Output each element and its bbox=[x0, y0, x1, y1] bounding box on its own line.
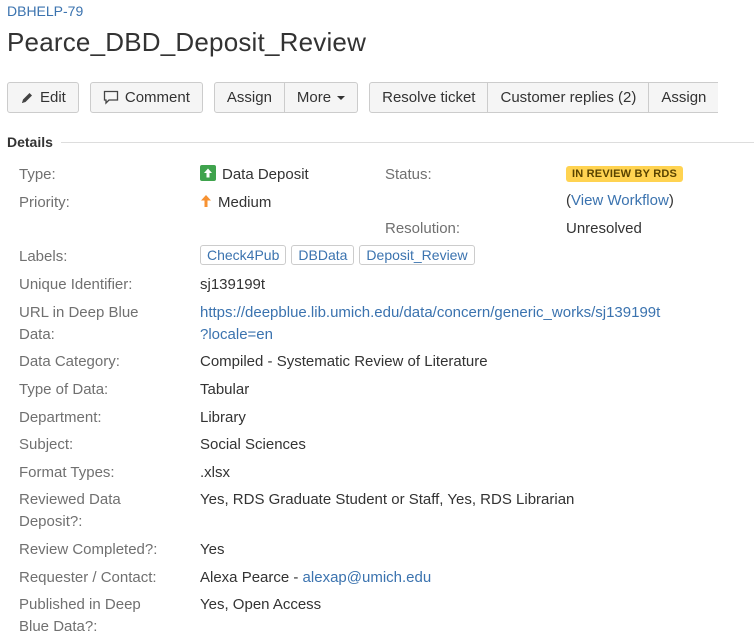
requester-name: Alexa Pearce - bbox=[200, 569, 303, 586]
labels-label: Labels: bbox=[19, 248, 68, 265]
type-of-data-value: Tabular bbox=[200, 381, 250, 398]
priority-label: Priority: bbox=[19, 194, 70, 211]
type-label: Type: bbox=[19, 166, 56, 183]
view-workflow: (View Workflow) bbox=[566, 190, 674, 212]
requester-label: Requester / Contact: bbox=[19, 569, 157, 586]
published-label-line-2: Blue Data?: bbox=[19, 618, 98, 635]
pencil-icon bbox=[20, 91, 34, 105]
details-heading[interactable]: Details bbox=[7, 134, 754, 150]
priority-value: Medium bbox=[200, 192, 271, 215]
published-label-line-1: Published in Deep bbox=[19, 596, 141, 613]
status-badge: IN REVIEW BY RDS bbox=[566, 166, 684, 182]
assign-more-group: Assign More bbox=[213, 82, 359, 115]
department-value: Library bbox=[200, 409, 246, 426]
more-button[interactable]: More bbox=[284, 82, 359, 113]
review-completed-label: Review Completed?: bbox=[19, 541, 158, 558]
type-of-data-label: Type of Data: bbox=[19, 381, 109, 398]
url-link[interactable]: https://deepblue.lib.umich.edu/data/conc… bbox=[200, 302, 660, 346]
view-workflow-link[interactable]: View Workflow bbox=[571, 192, 669, 209]
subject-label: Subject: bbox=[19, 436, 74, 453]
type-value: Data Deposit bbox=[200, 164, 309, 186]
review-completed-value: Yes bbox=[200, 541, 225, 558]
comment-button[interactable]: Comment bbox=[89, 82, 203, 113]
label-tag[interactable]: DBData bbox=[291, 245, 355, 265]
reviewed-label-line-1: Reviewed Data bbox=[19, 491, 121, 508]
url-label: URL in Deep Blue Data: bbox=[19, 302, 139, 346]
chevron-down-icon bbox=[337, 95, 346, 100]
speech-bubble-icon bbox=[103, 90, 119, 105]
resolution-value: Unresolved bbox=[566, 220, 642, 237]
view-workflow-paren-close: ) bbox=[668, 192, 674, 209]
label-tag[interactable]: Deposit_Review bbox=[359, 245, 475, 265]
reviewed-value: Yes, RDS Graduate Student or Staff, Yes,… bbox=[200, 491, 575, 508]
type-text: Data Deposit bbox=[222, 166, 309, 183]
data-category-label: Data Category: bbox=[19, 353, 120, 370]
published-label: Published in Deep Blue Data?: bbox=[19, 594, 141, 638]
data-deposit-icon bbox=[200, 165, 216, 181]
subject-value: Social Sciences bbox=[200, 436, 306, 453]
customer-replies-button[interactable]: Customer replies (2) bbox=[488, 82, 650, 113]
url-line-2: ?locale=en bbox=[200, 326, 273, 343]
url-label-line-2: Data: bbox=[19, 326, 55, 343]
format-types-label: Format Types: bbox=[19, 464, 115, 481]
labels-list: Check4Pub DBData Deposit_Review bbox=[200, 245, 480, 267]
reviewed-label-line-2: Deposit?: bbox=[19, 513, 83, 530]
label-tag[interactable]: Check4Pub bbox=[200, 245, 287, 265]
status-label: Status: bbox=[385, 166, 432, 183]
resolution-label: Resolution: bbox=[385, 220, 461, 237]
workflow-group: Resolve ticket Customer replies (2) Assi… bbox=[369, 82, 719, 115]
reviewed-label: Reviewed Data Deposit?: bbox=[19, 489, 121, 533]
resolve-ticket-button[interactable]: Resolve ticket bbox=[369, 82, 489, 113]
requester-value: Alexa Pearce - alexap@umich.edu bbox=[200, 567, 431, 589]
edit-button[interactable]: Edit bbox=[7, 82, 79, 113]
priority-text: Medium bbox=[218, 194, 272, 211]
assign-button[interactable]: Assign bbox=[213, 82, 285, 113]
requester-email-link[interactable]: alexap@umich.edu bbox=[303, 569, 432, 586]
department-label: Department: bbox=[19, 409, 102, 426]
data-category-value: Compiled - Systematic Review of Literatu… bbox=[200, 353, 488, 370]
format-types-value: .xlsx bbox=[200, 464, 230, 481]
url-line-1: https://deepblue.lib.umich.edu/data/conc… bbox=[200, 304, 661, 321]
edit-label: Edit bbox=[40, 89, 66, 106]
arrow-up-icon bbox=[200, 193, 212, 215]
divider bbox=[60, 141, 754, 143]
published-value: Yes, Open Access bbox=[200, 596, 322, 613]
more-label: More bbox=[296, 89, 332, 106]
details-heading-label: Details bbox=[7, 134, 53, 150]
toolbar: Edit Comment Assign More Resolve ticket … bbox=[7, 82, 719, 115]
issue-key[interactable]: DBHELP-79 bbox=[7, 3, 83, 19]
assign-workflow-button[interactable]: Assign bbox=[649, 82, 719, 113]
url-label-line-1: URL in Deep Blue bbox=[19, 304, 139, 321]
unique-identifier-label: Unique Identifier: bbox=[19, 276, 133, 293]
unique-identifier-value: sj139199t bbox=[200, 276, 266, 293]
page-title: Pearce_DBD_Deposit_Review bbox=[7, 27, 367, 57]
comment-label: Comment bbox=[124, 89, 190, 106]
